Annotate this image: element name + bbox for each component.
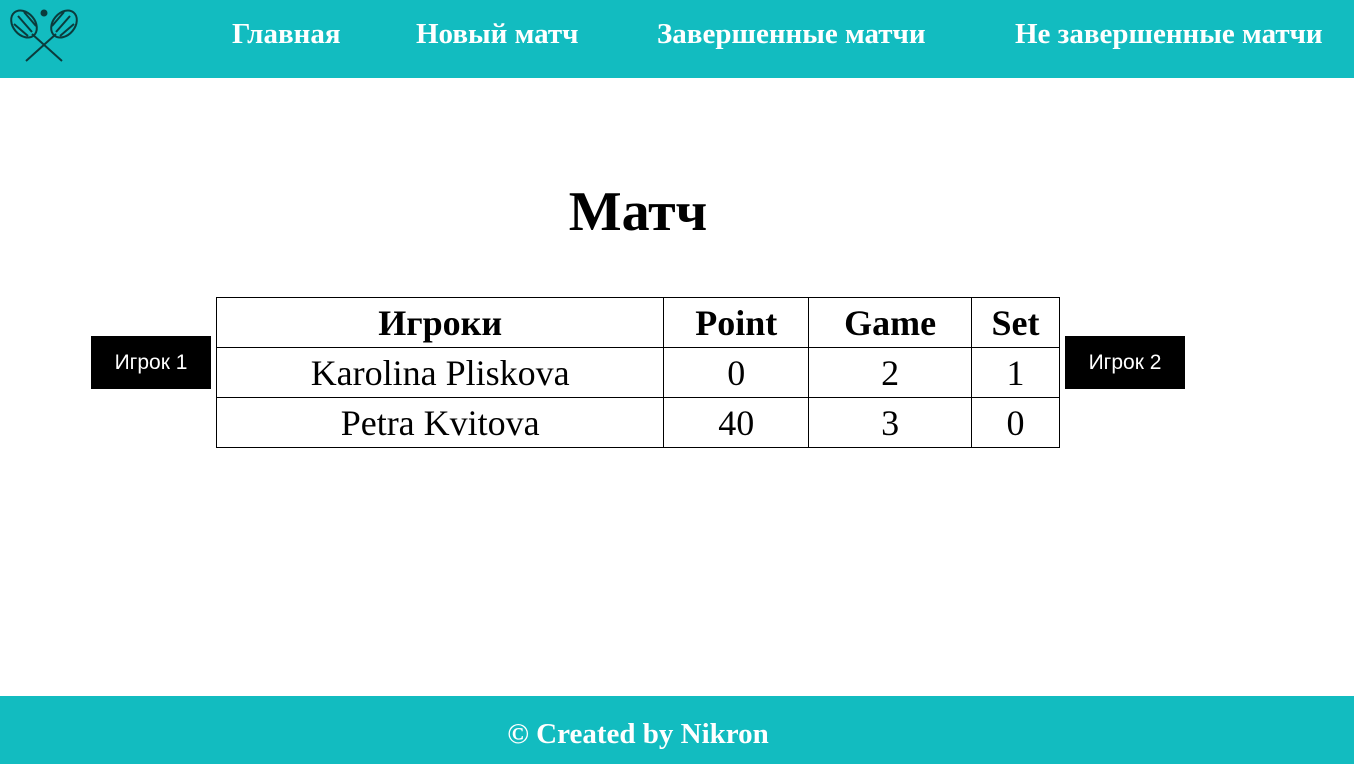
point-cell: 40 <box>663 397 810 448</box>
table-row: Karolina Pliskova 0 2 1 <box>215 347 1060 398</box>
score-table: Игроки Point Game Set Karolina Pliskova … <box>215 297 1060 448</box>
game-cell: 3 <box>808 397 973 448</box>
tennis-rackets-icon[interactable] <box>4 4 84 64</box>
point-cell: 0 <box>663 347 810 398</box>
page-title: Матч <box>568 181 708 243</box>
footer-credit: © Created by Nikron <box>507 718 769 750</box>
column-header-point: Point <box>663 297 810 348</box>
header: Главная Новый матч Завершенные матчи Не … <box>0 0 1354 78</box>
column-header-players: Игроки <box>215 297 665 348</box>
column-header-set: Set <box>971 297 1060 348</box>
nav-link-finished-matches[interactable]: Завершенные матчи <box>657 16 926 52</box>
game-cell: 2 <box>808 347 973 398</box>
player-name-cell: Karolina Pliskova <box>215 347 665 398</box>
player-name-cell: Petra Kvitova <box>215 397 665 448</box>
player2-point-button[interactable]: Игрок 2 <box>1065 336 1185 389</box>
player1-point-button[interactable]: Игрок 1 <box>91 336 211 389</box>
set-cell: 1 <box>971 347 1060 398</box>
column-header-game: Game <box>808 297 973 348</box>
nav-link-home[interactable]: Главная <box>232 16 341 52</box>
nav-link-unfinished-matches[interactable]: Не завершенные матчи <box>1015 16 1323 52</box>
footer: © Created by Nikron <box>0 696 1354 764</box>
table-row: Petra Kvitova 40 3 0 <box>215 397 1060 448</box>
nav-link-new-match[interactable]: Новый матч <box>416 16 579 52</box>
table-header-row: Игроки Point Game Set <box>215 297 1060 348</box>
set-cell: 0 <box>971 397 1060 448</box>
